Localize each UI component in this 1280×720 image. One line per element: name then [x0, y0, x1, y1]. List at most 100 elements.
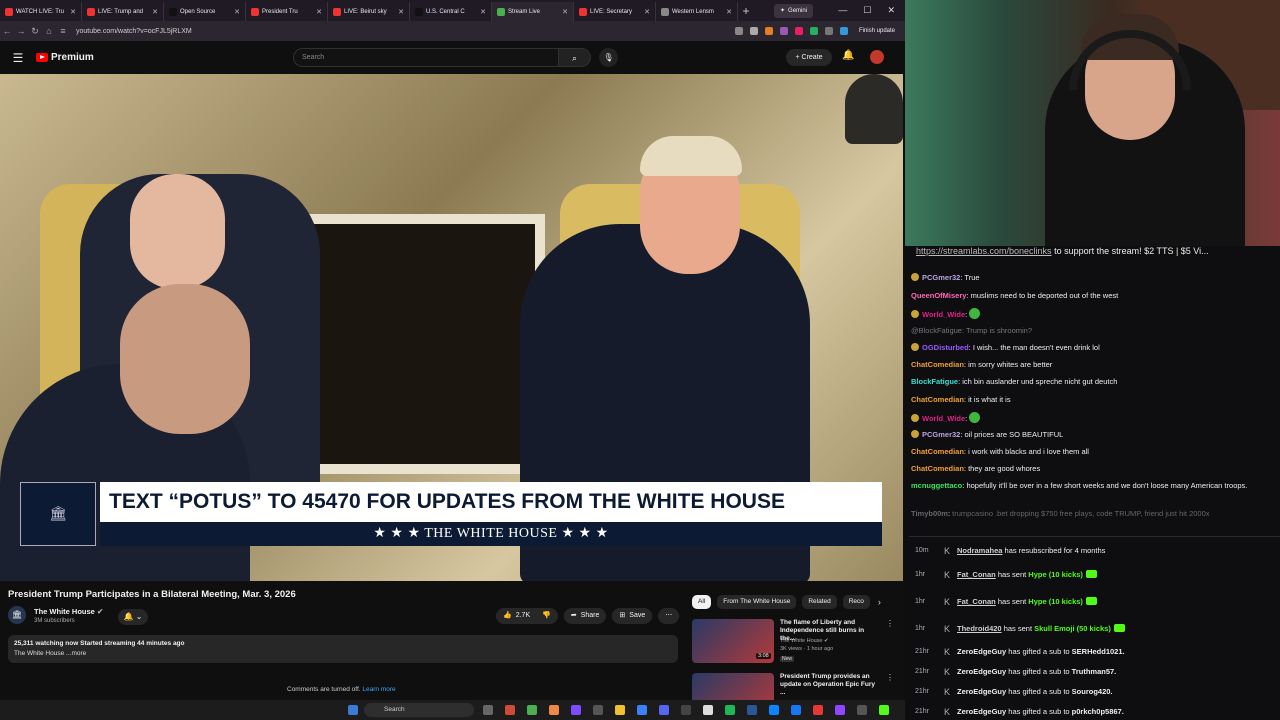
chat-username[interactable]: BlockFatigue [911, 377, 958, 386]
start-icon[interactable] [348, 705, 358, 715]
event-username[interactable]: Nodramahea [957, 546, 1002, 555]
app-icon[interactable] [835, 705, 845, 715]
event-username[interactable]: ZeroEdgeGuy [957, 647, 1006, 656]
back-icon[interactable]: ← [0, 26, 14, 36]
finish-update-button[interactable]: Finish update [855, 26, 899, 36]
site-info-icon[interactable]: ≡ [56, 26, 70, 36]
chat-username[interactable]: OGDisturbed [922, 343, 969, 352]
tab-close-icon[interactable]: ✕ [562, 8, 568, 16]
chat-username[interactable]: ChatComedian [911, 464, 964, 473]
event-username[interactable]: ZeroEdgeGuy [957, 667, 1006, 676]
close-icon[interactable]: ✕ [887, 5, 895, 16]
browser-tab[interactable]: LIVE: Trump and ✕ [82, 2, 164, 21]
tab-close-icon[interactable]: ✕ [152, 8, 158, 16]
notifications-bell-icon[interactable]: 🔔 [842, 50, 854, 61]
tab-close-icon[interactable]: ✕ [234, 8, 240, 16]
channel-avatar[interactable]: 🏛 [8, 606, 26, 624]
more-vert-icon[interactable]: ⋮ [886, 673, 894, 682]
more-vert-icon[interactable]: ⋮ [886, 619, 894, 628]
chat-username[interactable]: World_Wide [922, 310, 965, 319]
filter-chip[interactable]: All [692, 595, 712, 609]
forward-icon[interactable]: → [14, 26, 28, 36]
description-box[interactable]: 25,311 watching now Started streaming 44… [8, 635, 678, 663]
banner-link[interactable]: https://streamlabs.com/boneclinks [916, 246, 1052, 256]
like-button[interactable]: 👍 2.7K 👎 [496, 608, 558, 624]
event-username[interactable]: Thedroid420 [957, 624, 1002, 633]
account-avatar[interactable] [870, 50, 884, 64]
more-actions-button[interactable]: ⋯ [658, 608, 680, 624]
app-icon[interactable] [791, 705, 801, 715]
cast-icon[interactable] [734, 27, 743, 35]
chrome-icon[interactable] [527, 705, 537, 715]
app-icon[interactable] [703, 705, 713, 715]
event-username[interactable]: ZeroEdgeGuy [957, 707, 1006, 716]
bookmark-star-icon[interactable] [749, 27, 758, 35]
tab-close-icon[interactable]: ✕ [480, 8, 486, 16]
taskbar-search[interactable]: Search [364, 703, 474, 717]
tab-close-icon[interactable]: ✕ [316, 8, 322, 16]
spotify-icon[interactable] [725, 705, 735, 715]
app-icon[interactable] [549, 705, 559, 715]
browser-tab[interactable]: Stream Live ✕ [492, 2, 574, 21]
search-input[interactable]: Search [293, 48, 559, 67]
app-icon[interactable] [769, 705, 779, 715]
reload-icon[interactable]: ↻ [28, 26, 42, 37]
search-button[interactable]: ⌕ [559, 48, 591, 67]
browser-tab[interactable]: LIVE: Beirut sky ✕ [328, 2, 410, 21]
minimize-icon[interactable]: — [838, 5, 847, 16]
video-player[interactable]: 🏛 TEXT “POTUS” TO 45470 FOR UPDATES FROM… [0, 74, 903, 581]
app-icon[interactable] [637, 705, 647, 715]
kick-icon[interactable] [879, 705, 889, 715]
discord-icon[interactable] [659, 705, 669, 715]
extension-icon[interactable] [764, 27, 773, 35]
profile-icon[interactable] [839, 27, 848, 35]
recommended-title[interactable]: President Trump provides an update on Op… [780, 673, 880, 697]
filter-chip[interactable]: Related [802, 595, 837, 609]
chat-username[interactable]: PCGmer32 [922, 273, 960, 282]
voice-search-button[interactable]: 🎙 [599, 48, 618, 67]
tab-close-icon[interactable]: ✕ [644, 8, 650, 16]
tab-close-icon[interactable]: ✕ [726, 8, 732, 16]
filter-chip[interactable]: Reco [842, 595, 870, 609]
app-icon[interactable] [593, 705, 603, 715]
app-icon[interactable] [571, 705, 581, 715]
app-icon[interactable] [857, 705, 867, 715]
browser-tab[interactable]: LIVE: Secretary ✕ [574, 2, 656, 21]
browser-tab[interactable]: Open Source ✕ [164, 2, 246, 21]
learn-more-link[interactable]: Learn more [362, 686, 395, 693]
app-icon[interactable] [505, 705, 515, 715]
chat-username[interactable]: ChatComedian [911, 360, 964, 369]
chat-username[interactable]: ChatComedian [911, 395, 964, 404]
chat-username[interactable]: QueenOfMisery [911, 291, 966, 300]
extensions-puzzle-icon[interactable] [824, 27, 833, 35]
chat-username[interactable]: Timyb00m [911, 509, 948, 518]
chat-username[interactable]: mcnuggettaco [911, 481, 962, 490]
recommended-video[interactable]: 3:08 The flame of Liberty and Independenc… [692, 619, 897, 663]
extension-icon[interactable] [809, 27, 818, 35]
subscription-bell-button[interactable]: 🔔 ⌄ [118, 609, 148, 625]
event-username[interactable]: Fat_Conan [957, 570, 996, 579]
browser-tab[interactable]: U.S. Central C ✕ [410, 2, 492, 21]
app-icon[interactable] [813, 705, 823, 715]
home-icon[interactable]: ⌂ [42, 26, 56, 36]
hamburger-menu-icon[interactable]: ☰ [0, 51, 36, 65]
filter-chip[interactable]: From The White House [717, 595, 797, 609]
channel-name[interactable]: The White House ✔ [34, 607, 103, 616]
app-icon[interactable] [681, 705, 691, 715]
tab-close-icon[interactable]: ✕ [398, 8, 404, 16]
url-field[interactable]: youtube.com/watch?v=ocFJL5jRLXM [76, 28, 192, 35]
browser-tab[interactable]: President Tru ✕ [246, 2, 328, 21]
task-view-icon[interactable] [483, 705, 493, 715]
thumbs-down-icon[interactable]: 👎 [542, 608, 551, 624]
extension-icon[interactable] [779, 27, 788, 35]
app-icon[interactable] [747, 705, 757, 715]
browser-tab[interactable]: WATCH LIVE: Tru ✕ [0, 2, 82, 21]
browser-tab[interactable]: Western Lensm ✕ [656, 2, 738, 21]
recommended-channel[interactable]: The White House ✔ [780, 638, 829, 644]
create-button[interactable]: + Create [786, 49, 832, 66]
chevron-right-icon[interactable]: › [878, 597, 881, 607]
youtube-logo[interactable]: Premium [36, 52, 94, 63]
tab-close-icon[interactable]: ✕ [70, 8, 76, 16]
event-username[interactable]: ZeroEdgeGuy [957, 687, 1006, 696]
chat-username[interactable]: PCGmer32 [922, 430, 960, 439]
